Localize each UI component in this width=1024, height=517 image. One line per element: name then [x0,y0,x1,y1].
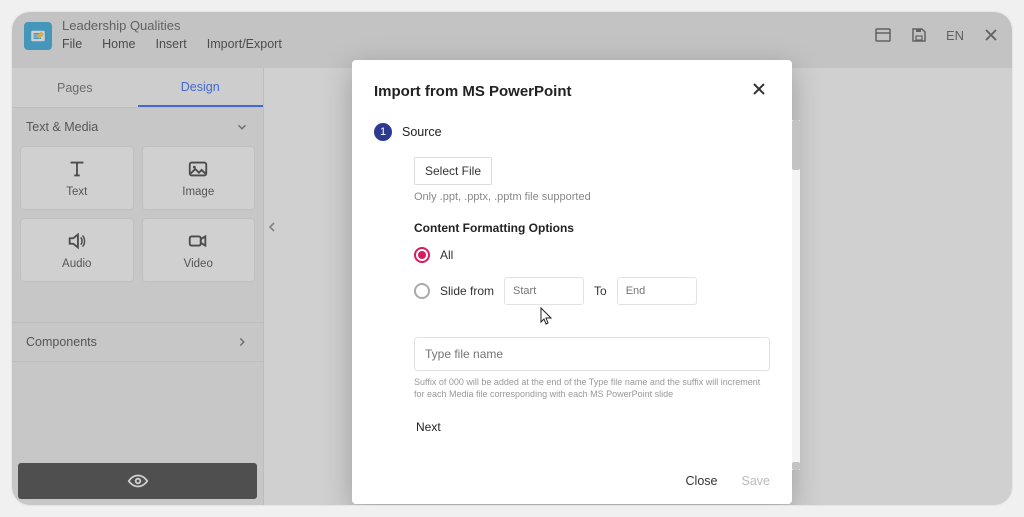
chevron-left-icon [267,221,277,233]
step-1-label: Source [402,125,442,139]
file-type-hint: Only .ppt, .pptx, .pptm file supported [414,191,770,203]
radio-slide-from-label: Slide from [440,284,494,298]
radio-all-label: All [440,248,453,262]
menu-insert[interactable]: Insert [156,37,187,51]
video-icon [187,230,209,252]
tab-pages[interactable]: Pages [12,68,138,107]
tab-design[interactable]: Design [138,68,264,107]
text-icon [66,158,88,180]
radio-all[interactable] [414,247,430,263]
slide-start-input[interactable] [504,277,584,305]
scrollbar-thumb-bottom[interactable] [792,462,800,470]
card-text[interactable]: Text [20,146,134,210]
step-1-badge: 1 [374,123,392,141]
logo-icon [29,27,47,45]
section-components[interactable]: Components [12,322,263,362]
collapse-sidebar-button[interactable] [264,212,280,242]
section-components-label: Components [26,335,97,349]
audio-icon [66,230,88,252]
modal-title: Import from MS PowerPoint [374,83,572,100]
slide-end-input[interactable] [617,277,697,305]
card-text-label: Text [66,186,87,198]
card-image-label: Image [182,186,214,198]
modal-close-button[interactable] [748,78,770,105]
radio-slide-from[interactable] [414,283,430,299]
chevron-right-icon [235,335,249,349]
menu-import-export[interactable]: Import/Export [207,37,282,51]
card-image[interactable]: Image [142,146,256,210]
card-audio-label: Audio [62,258,91,270]
next-button[interactable]: Next [414,414,443,440]
chevron-down-icon [235,120,249,134]
suffix-hint: Suffix of 000 will be added at the end o… [414,377,770,400]
image-icon [187,158,209,180]
close-icon [752,82,766,96]
eye-icon [127,470,149,492]
type-file-name-input[interactable] [414,337,770,371]
save-icon[interactable] [910,26,928,44]
document-title[interactable]: Leadership Qualities [62,18,874,33]
language-label[interactable]: EN [946,28,964,43]
save-button: Save [742,474,771,488]
menu-home[interactable]: Home [102,37,135,51]
to-label: To [594,284,607,298]
section-text-media-label: Text & Media [26,120,98,134]
card-audio[interactable]: Audio [20,218,134,282]
select-file-button[interactable]: Select File [414,157,492,185]
modal-scrollbar[interactable] [792,120,800,470]
card-video[interactable]: Video [142,218,256,282]
preview-bar[interactable] [18,463,257,499]
import-modal: Import from MS PowerPoint 1 Source Selec… [352,60,792,504]
formatting-options-head: Content Formatting Options [414,221,770,235]
close-button[interactable]: Close [686,474,718,488]
left-panel: Pages Design Text & Media Text Image Aud… [12,68,264,505]
card-video-label: Video [184,258,213,270]
menu-file[interactable]: File [62,37,82,51]
app-logo [24,22,52,50]
main-menu: File Home Insert Import/Export [62,37,874,51]
grid-icon[interactable] [874,26,892,44]
scrollbar-thumb-top[interactable] [792,120,800,170]
close-icon[interactable] [982,26,1000,44]
section-text-media[interactable]: Text & Media [12,108,263,146]
